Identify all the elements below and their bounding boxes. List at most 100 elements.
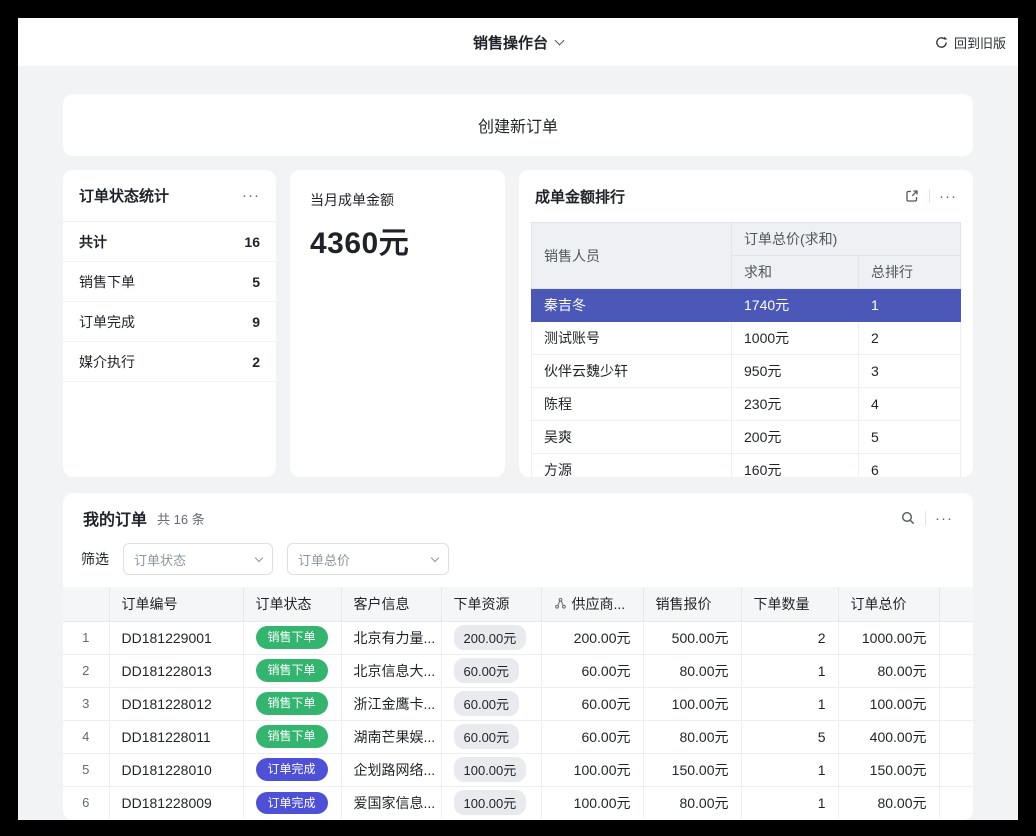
col-header-rank[interactable]: 总排行 <box>859 256 961 289</box>
cell-index: 2 <box>63 654 109 687</box>
ranking-row[interactable]: 测试账号 1000元 2 <box>532 322 961 355</box>
dashboard-content: 创建新订单 订单状态统计 ··· 共计 16 销售下单 5 订单完成 <box>18 66 1018 820</box>
cell-extra <box>939 786 973 819</box>
cell-qty: 1 <box>741 786 838 819</box>
col-header-resource[interactable]: 下单资源 <box>441 587 541 621</box>
cell-sum: 230元 <box>732 388 859 421</box>
cell-sum: 950元 <box>732 355 859 388</box>
cell-order-no: DD181228011 <box>109 720 243 753</box>
cell-order-no: DD181228009 <box>109 786 243 819</box>
cell-quote: 80.00元 <box>643 720 741 753</box>
status-badge: 销售下单 <box>256 725 328 747</box>
ranking-card-header: 成单金额排行 ··· <box>519 170 973 222</box>
workspace-switcher[interactable]: 销售操作台 <box>473 32 563 53</box>
cell-resource: 60.00元 <box>441 687 541 720</box>
cell-order-no: DD181229001 <box>109 621 243 654</box>
order-row[interactable]: 1 DD181229001 销售下单 北京有力量... 200.00元 200.… <box>63 621 973 654</box>
amount-ranking-card: 成单金额排行 ··· 销售人员 <box>519 170 973 477</box>
cell-customer: 湖南芒果娱... <box>341 720 441 753</box>
col-header-supplier[interactable]: 供应商... <box>541 587 643 621</box>
cell-status: 销售下单 <box>243 720 341 753</box>
cell-status: 订单完成 <box>243 786 341 819</box>
cell-index: 3 <box>63 687 109 720</box>
orders-title: 我的订单 <box>83 506 147 530</box>
order-row[interactable]: 4 DD181228011 销售下单 湖南芒果娱... 60.00元 60.00… <box>63 720 973 753</box>
col-header-quote[interactable]: 销售报价 <box>643 587 741 621</box>
more-menu-icon[interactable]: ··· <box>939 189 957 204</box>
cell-extra <box>939 621 973 654</box>
monthly-amount-value: 4360元 <box>310 218 485 262</box>
monthly-amount-card: 当月成单金额 4360元 <box>290 170 505 477</box>
stat-label: 共计 <box>79 232 107 252</box>
order-total-filter-select[interactable]: 订单总价 <box>287 543 449 575</box>
create-order-label: 创建新订单 <box>478 113 558 137</box>
cell-status: 销售下单 <box>243 621 341 654</box>
status-badge: 订单完成 <box>256 792 328 814</box>
order-status-filter-select[interactable]: 订单状态 <box>123 543 273 575</box>
cell-customer: 浙江金鹰卡... <box>341 687 441 720</box>
stat-label: 销售下单 <box>79 272 135 292</box>
cell-resource: 100.00元 <box>441 786 541 819</box>
back-to-old-version-button[interactable]: 回到旧版 <box>934 18 1006 66</box>
orders-count: 共 16 条 <box>157 509 205 528</box>
cell-sum: 1000元 <box>732 322 859 355</box>
cell-quote: 80.00元 <box>643 786 741 819</box>
cell-quote: 100.00元 <box>643 687 741 720</box>
cell-sum: 1740元 <box>732 289 859 322</box>
ranking-row[interactable]: 伙伴云魏少轩 950元 3 <box>532 355 961 388</box>
cell-quote: 80.00元 <box>643 654 741 687</box>
cell-status: 销售下单 <box>243 687 341 720</box>
col-header-sum[interactable]: 求和 <box>732 256 859 289</box>
stat-row[interactable]: 销售下单 5 <box>63 262 276 302</box>
cell-status: 订单完成 <box>243 753 341 786</box>
cell-total: 1000.00元 <box>838 621 939 654</box>
stat-row-total[interactable]: 共计 16 <box>63 222 276 262</box>
cell-person: 伙伴云魏少轩 <box>532 355 732 388</box>
cell-quote: 150.00元 <box>643 753 741 786</box>
cell-customer: 爱国家信息... <box>341 786 441 819</box>
cell-customer: 北京信息大... <box>341 654 441 687</box>
order-row[interactable]: 2 DD181228013 销售下单 北京信息大... 60.00元 60.00… <box>63 654 973 687</box>
cell-resource: 200.00元 <box>441 621 541 654</box>
col-header-total[interactable]: 订单总价(求和) <box>732 223 961 256</box>
stat-label: 订单完成 <box>79 312 135 332</box>
stat-row[interactable]: 媒介执行 2 <box>63 342 276 382</box>
monthly-amount-label: 当月成单金额 <box>310 190 485 210</box>
cell-rank: 6 <box>859 454 961 478</box>
status-card-header: 订单状态统计 ··· <box>63 170 276 222</box>
more-menu-icon[interactable]: ··· <box>935 511 953 526</box>
stat-value: 2 <box>252 354 260 370</box>
more-menu-icon[interactable]: ··· <box>242 188 260 203</box>
cell-qty: 5 <box>741 720 838 753</box>
col-header-person[interactable]: 销售人员 <box>532 223 732 289</box>
cell-qty: 1 <box>741 753 838 786</box>
stat-row[interactable]: 订单完成 9 <box>63 302 276 342</box>
col-header-customer[interactable]: 客户信息 <box>341 587 441 621</box>
ranking-row[interactable]: 方源 160元 6 <box>532 454 961 478</box>
cell-extra <box>939 687 973 720</box>
col-header-qty[interactable]: 下单数量 <box>741 587 838 621</box>
cell-rank: 4 <box>859 388 961 421</box>
cell-order-no: DD181228010 <box>109 753 243 786</box>
create-order-button[interactable]: 创建新订单 <box>63 94 973 156</box>
col-header-order-no[interactable]: 订单编号 <box>109 587 243 621</box>
ranking-row[interactable]: 陈程 230元 4 <box>532 388 961 421</box>
ranking-row[interactable]: 吴爽 200元 5 <box>532 421 961 454</box>
cell-total: 400.00元 <box>838 720 939 753</box>
ranking-row[interactable]: 秦吉冬 1740元 1 <box>532 289 961 322</box>
ranking-card-title: 成单金额排行 <box>535 186 625 207</box>
stats-cards-row: 订单状态统计 ··· 共计 16 销售下单 5 订单完成 9 媒介执行 2 <box>63 170 973 477</box>
search-icon[interactable] <box>900 510 916 526</box>
export-icon[interactable] <box>904 188 920 204</box>
order-row[interactable]: 3 DD181228012 销售下单 浙江金鹰卡... 60.00元 60.00… <box>63 687 973 720</box>
cell-extra <box>939 720 973 753</box>
col-header-status[interactable]: 订单状态 <box>243 587 341 621</box>
resource-pill: 60.00元 <box>454 691 520 716</box>
cell-index: 5 <box>63 753 109 786</box>
col-header-total[interactable]: 订单总价 <box>838 587 939 621</box>
orders-header-row: 订单编号 订单状态 客户信息 下单资源 <box>63 587 973 621</box>
order-row[interactable]: 6 DD181228009 订单完成 爱国家信息... 100.00元 100.… <box>63 786 973 819</box>
order-row[interactable]: 5 DD181228010 订单完成 企划路网络... 100.00元 100.… <box>63 753 973 786</box>
cell-resource: 60.00元 <box>441 720 541 753</box>
ranking-card-actions: ··· <box>904 188 957 204</box>
